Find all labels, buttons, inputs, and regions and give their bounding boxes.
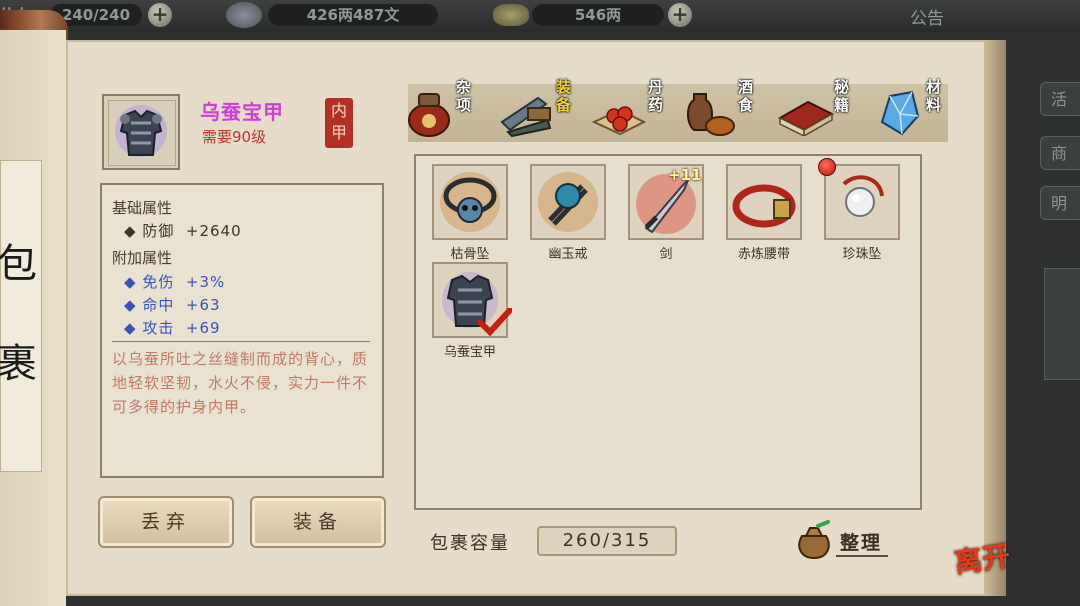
slot-item-name: 乌蚕宝甲 [443,345,496,360]
pills-icon [592,106,646,136]
item-description: 以乌蚕所吐之丝缝制而成的背心，质地轻软坚韧，水火不侵，实力一件不可多得的护身内甲… [112,350,369,416]
notice-button[interactable]: 公告 [910,4,944,29]
pouch-icon [798,520,830,560]
gold-value: 546两 [532,4,664,26]
base-attr-heading: 基础属性 [112,199,173,217]
attr-divider [112,341,370,342]
sort-underline [836,555,888,557]
tab-label: 秘籍 [834,78,850,114]
bag-title-scroll: 包 裹 [0,160,42,472]
attr-value: +63 [185,296,221,314]
inventory-slot[interactable] [530,164,606,240]
tab-misc[interactable]: 杂项 [406,78,478,140]
selected-item-name: 乌蚕宝甲 [200,100,284,124]
slot-item-name: 枯骨坠 [450,247,490,262]
gold-ingot-icon [493,4,529,26]
attr-value: +3% [185,273,226,291]
inventory-slot[interactable]: +11 [628,164,704,240]
attr-row: ◆ 免伤 +3% [124,273,226,291]
armor-icon [115,105,167,157]
silver-value: 426两487文 [268,4,438,26]
book-icon [778,100,834,136]
tab-label: 丹药 [648,78,664,114]
selected-item-portrait [102,94,180,170]
slot-item-name: 幽玉戒 [548,247,588,262]
equip-button[interactable]: 装备 [250,496,386,548]
attr-name: 防御 [142,222,175,240]
tab-label: 装备 [556,78,572,114]
belt-icon [732,184,796,228]
side-panel-frame [1044,268,1080,380]
capacity-label: 包裹容量 [430,533,510,554]
wine-food-icon [687,93,735,136]
tab-label: 酒食 [738,78,754,114]
tab-label: 杂项 [456,78,472,114]
side-tab-ming[interactable]: 明 [1040,186,1080,220]
sort-label: 整理 [840,532,883,554]
side-tab-shop[interactable]: 商 [1040,136,1080,170]
attr-name: 免伤 [142,273,175,291]
slot-item-name: 赤炼腰带 [737,247,790,262]
pearl-pendant-icon [842,175,884,217]
slot-type-seal: 内甲 [325,98,353,148]
attr-name: 攻击 [142,319,175,337]
inventory-slot[interactable] [824,164,900,240]
inventory-slot[interactable] [432,164,508,240]
tab-manuals[interactable]: 秘籍 [778,78,858,140]
attr-row: ◆ 攻击 +69 [124,319,221,337]
ring-icon [538,172,598,232]
attr-row: ◆ 命中 +63 [124,296,221,314]
extra-attr-heading: 附加属性 [112,249,173,267]
panel-right-frame [986,40,1006,596]
level-requirement: 需要90级 [202,128,267,146]
crystal-icon [880,90,920,136]
category-tab-strip [408,84,948,142]
tab-wine-food[interactable]: 酒食 [684,78,760,140]
attr-value: +2640 [185,222,242,240]
attr-name: 命中 [142,296,175,314]
attribute-panel: 基础属性 ◆ 防御 +2640 附加属性 ◆ 免伤 +3% ◆ 命中 +63 ◆… [100,183,384,478]
add-gold-button[interactable]: + [668,3,692,27]
equipped-check-icon [478,308,512,336]
bag-title-char-1: 包 [0,241,37,287]
jar-icon [408,93,450,137]
tab-pills[interactable]: 丹药 [592,78,672,140]
inventory-slot[interactable] [432,262,512,338]
capacity-value: 260/315 [537,526,677,556]
bag-title-char-2: 裹 [0,341,37,387]
new-item-dot [818,158,836,176]
skull-pendant-icon [440,172,500,232]
tab-label: 材料 [926,78,942,114]
tab-materials[interactable]: 材料 [876,78,948,140]
resource-bar: 体力 240/240 + 426两487文 546两 + 公告 [0,0,1080,32]
tab-equipment[interactable]: 装备 [498,78,578,140]
discard-button[interactable]: 丢弃 [98,496,234,548]
attr-value: +69 [185,319,221,337]
leave-button[interactable]: 离开 [951,534,1012,581]
side-tab-activity[interactable]: 活 [1040,82,1080,116]
add-stamina-button[interactable]: + [148,3,172,27]
coin-pouch-icon [226,2,262,28]
slot-item-name: 珍珠坠 [842,247,882,262]
attr-row: ◆ 防御 +2640 [124,222,242,240]
weapon-bundle-icon [500,96,552,138]
inventory-slot[interactable] [726,164,802,240]
enhance-level-badge: +11 [668,166,702,184]
slot-item-name: 剑 [659,247,673,262]
portrait-inner-frame [108,100,176,166]
